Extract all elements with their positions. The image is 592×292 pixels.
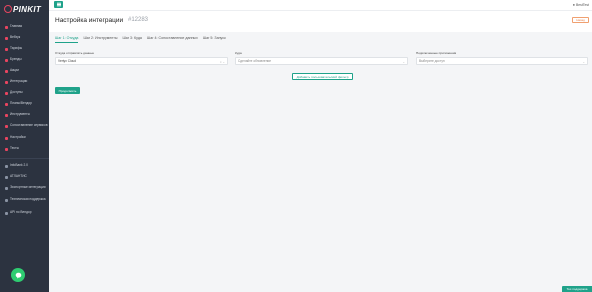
- connected-label: Подключенные приложения: [416, 51, 457, 55]
- top-bar: ● BestTest: [49, 0, 592, 11]
- logo-text: PINKIT: [13, 4, 42, 14]
- sidebar-item-infobank[interactable]: InfoBank 2.0: [0, 161, 49, 171]
- continue-button[interactable]: Продолжить: [55, 87, 80, 94]
- tab-step-5[interactable]: Шаг 5: Запуск: [203, 36, 226, 43]
- connected-placeholder: Выберите доступ: [419, 59, 445, 63]
- sidebar-item-tools[interactable]: Инструменты: [0, 110, 49, 120]
- tests-icon: [5, 147, 8, 151]
- user-menu[interactable]: ● BestTest: [573, 2, 589, 7]
- atlantis-icon: [5, 175, 8, 179]
- support-button[interactable]: Тех.поддержка: [562, 286, 592, 292]
- chat-button[interactable]: [11, 268, 25, 282]
- source-select[interactable]: Vertyx Cloud × ⌄: [55, 57, 228, 65]
- step-tabs: Шаг 1: Откуда Шаг 2: Инструменты Шаг 3: …: [55, 36, 231, 43]
- bank-icon: [5, 164, 8, 168]
- connected-select[interactable]: Выберите доступ ⌄: [416, 57, 588, 65]
- sidebar-item-integrations[interactable]: Интеграции: [0, 77, 49, 87]
- sidebar-item-api[interactable]: API по Вендор: [0, 208, 49, 218]
- promo-icon: [5, 69, 8, 73]
- source-value: Vertyx Cloud: [58, 59, 77, 63]
- chevron-down-icon: ⌄: [402, 59, 405, 64]
- brand-icon: [5, 58, 8, 62]
- tab-step-1[interactable]: Шаг 1: Откуда: [55, 36, 79, 43]
- webhook-icon: [5, 36, 8, 40]
- home-icon: [5, 25, 8, 29]
- support-icon: [5, 198, 8, 202]
- page-header: Настройка интеграции #12283 Назад: [49, 11, 592, 32]
- sidebar: PINKIT Главная Вебхук Тарифы Бренды Акци…: [0, 0, 49, 292]
- sidebar-item-webhook[interactable]: Вебхук: [0, 33, 49, 43]
- target-label: Куда: [235, 51, 242, 55]
- user-icon: ●: [572, 2, 575, 7]
- sidebar-item-tests[interactable]: Тесты: [0, 144, 49, 154]
- tariff-icon: [5, 47, 8, 51]
- integration-id: #12283: [128, 17, 149, 24]
- clear-chevron-icon: × ⌄: [219, 59, 225, 64]
- hamburger-icon: [56, 4, 61, 5]
- target-placeholder: Сделайте обновление: [238, 59, 272, 63]
- sidebar-item-support[interactable]: Техническая поддержка: [0, 195, 49, 205]
- menu-toggle-button[interactable]: [54, 1, 63, 8]
- back-button[interactable]: Назад: [572, 17, 589, 23]
- sidebar-divider: [0, 158, 49, 159]
- access-icon: [5, 91, 8, 95]
- tab-step-2[interactable]: Шаг 2: Инструменты: [83, 36, 117, 43]
- sidebar-item-plans[interactable]: Планы/Вендор: [0, 99, 49, 109]
- plan-icon: [5, 102, 8, 106]
- api-icon: [5, 211, 8, 215]
- export-icon: [5, 186, 8, 190]
- target-select[interactable]: Сделайте обновление ⌄: [235, 57, 408, 65]
- sidebar-item-promo[interactable]: Акции: [0, 66, 49, 76]
- sidebar-item-export[interactable]: Экспортные интеграции: [0, 183, 49, 193]
- chevron-down-icon: ⌄: [582, 59, 585, 64]
- source-label: Откуда отправлять данные: [55, 51, 95, 55]
- sidebar-item-atlantis[interactable]: АТЛАНТИС: [0, 172, 49, 182]
- sidebar-item-access[interactable]: Доступы: [0, 88, 49, 98]
- settings-icon: [5, 136, 8, 140]
- logo[interactable]: PINKIT: [4, 4, 41, 14]
- integration-icon: [5, 80, 8, 84]
- sidebar-item-settings[interactable]: Настройки: [0, 133, 49, 143]
- mapping-icon: [5, 124, 8, 128]
- sidebar-item-mapping[interactable]: Сопоставление сервисов: [0, 121, 49, 131]
- tab-step-4[interactable]: Шаг 4: Сопоставление данных: [147, 36, 198, 43]
- sidebar-item-home[interactable]: Главная: [0, 22, 49, 32]
- sidebar-item-brands[interactable]: Бренды: [0, 55, 49, 65]
- sidebar-item-tariffs[interactable]: Тарифы: [0, 44, 49, 54]
- chat-icon: [15, 272, 21, 279]
- add-filter-button[interactable]: Добавить пользовательский фильтр: [292, 73, 353, 80]
- page-title: Настройка интеграции: [55, 17, 124, 24]
- user-name: BestTest: [575, 2, 589, 7]
- tab-step-3[interactable]: Шаг 3: Куда: [122, 36, 141, 43]
- logo-icon: [4, 5, 12, 13]
- tools-icon: [5, 113, 8, 117]
